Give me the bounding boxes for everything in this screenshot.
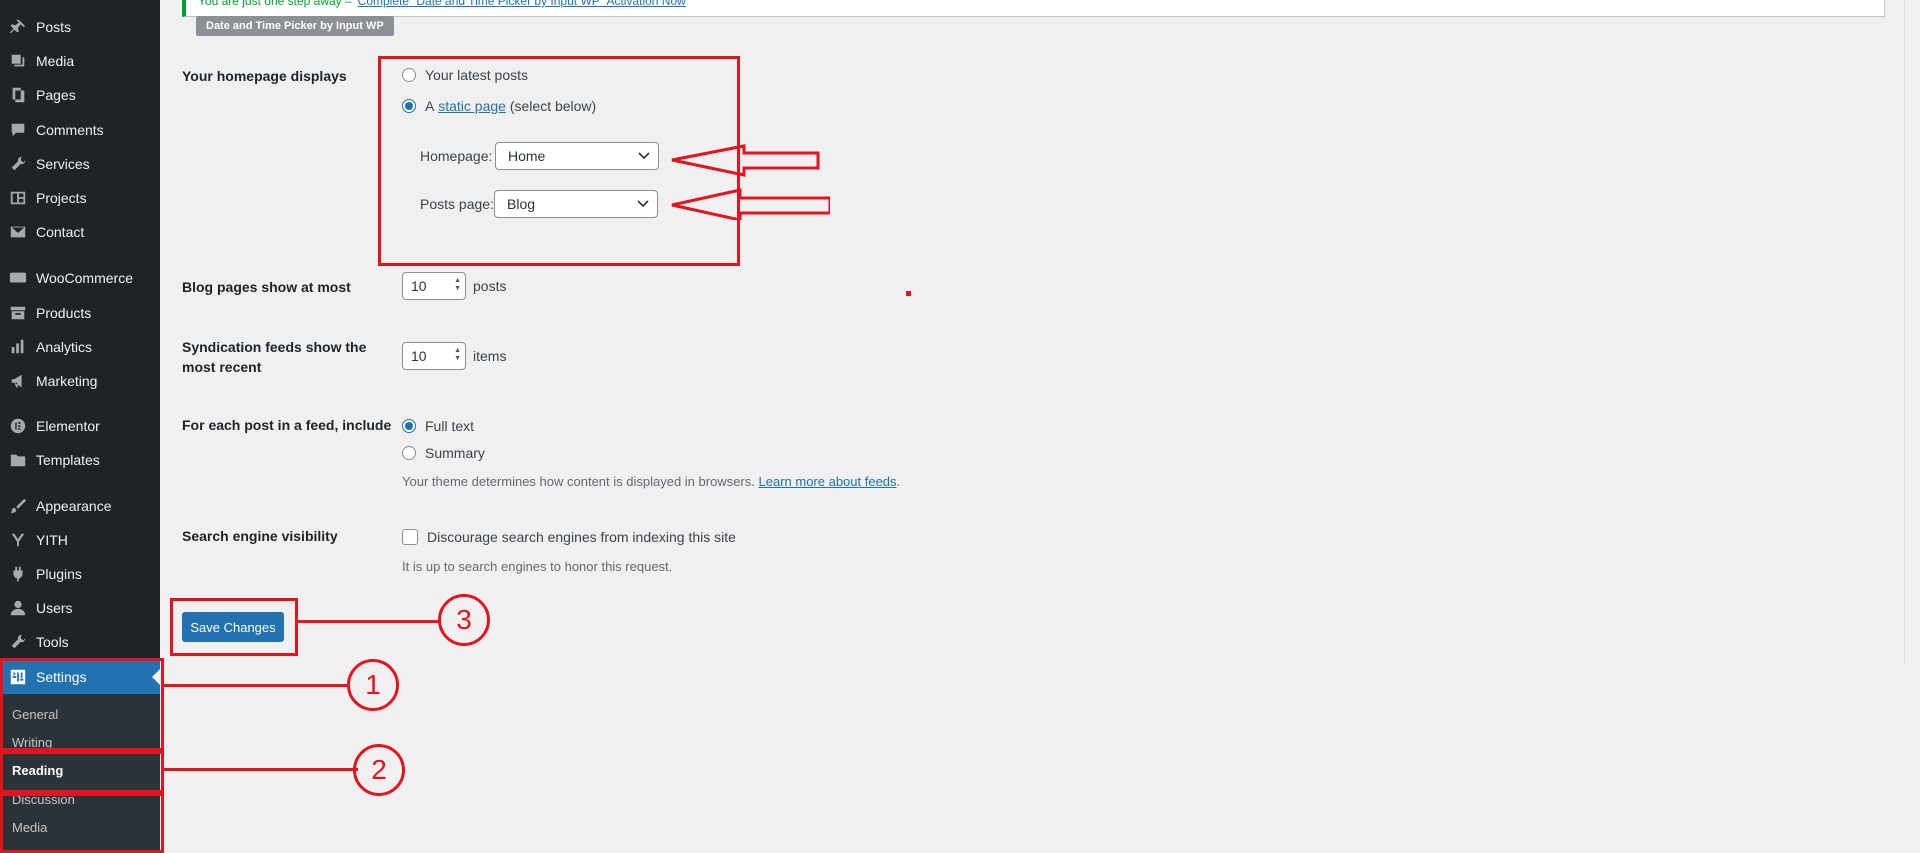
email-icon [0,223,36,241]
syndication-value: 10 [411,348,427,364]
portfolio-icon [0,189,36,207]
blog-pages-input[interactable]: 10 ▲ ▼ [402,272,466,300]
pages-icon [0,86,36,104]
notice-text: You are just one step away – Complete “Da… [198,0,686,8]
feed-include-label: For each post in a feed, include [182,417,392,433]
blog-pages-unit: posts [473,278,507,294]
option-summary[interactable]: Summary [402,443,485,463]
menu-item-pages[interactable]: Pages [0,78,160,112]
woocommerce-icon [0,269,36,287]
menu-label: Appearance [36,498,112,514]
learn-more-feeds-link[interactable]: Learn more about feeds [759,474,897,489]
menu-label: Contact [36,224,85,240]
annotation-box-reading [0,751,164,793]
option-full-text[interactable]: Full text [402,416,474,436]
bar-chart-icon [0,338,36,356]
annotation-line-2 [162,768,358,771]
spinner-icon[interactable]: ▲ ▼ [454,347,461,363]
menu-label: Tools [36,634,69,650]
blog-pages-value: 10 [411,278,427,294]
yith-icon [0,531,36,549]
menu-item-yith[interactable]: YITH [0,523,160,557]
annotation-line-3 [296,620,440,623]
menu-label: Plugins [36,566,82,582]
menu-item-woocommerce[interactable]: WooCommerce [0,261,160,295]
menu-label: Templates [36,452,100,468]
menu-label: Products [36,305,92,321]
menu-label: Media [36,53,75,69]
radio-summary[interactable] [402,446,416,460]
menu-label: Users [36,600,73,616]
menu-label: Projects [36,190,87,206]
menu-item-users[interactable]: Users [0,591,160,625]
user-icon [0,599,36,617]
homepage-displays-label: Your homepage displays [182,68,347,84]
feed-description: Your theme determines how content is dis… [402,474,901,489]
menu-item-media[interactable]: Media [0,44,160,78]
paintbrush-icon [0,497,36,515]
menu-label: Services [36,156,90,172]
menu-label: Marketing [36,373,98,389]
menu-label: Analytics [36,339,93,355]
menu-item-elementor[interactable]: Elementor [0,409,160,443]
menu-label: YITH [36,532,68,548]
annotation-arrows [671,144,830,220]
menu-item-marketing[interactable]: Marketing [0,364,160,398]
elementor-icon [0,417,36,435]
menu-item-templates[interactable]: Templates [0,443,160,477]
folder-icon [0,451,36,469]
syndication-label: Syndication feeds show the most recent [182,337,382,377]
menu-item-projects[interactable]: Projects [0,181,160,215]
media-icon [0,52,36,70]
discourage-search-option[interactable]: Discourage search engines from indexing … [402,527,736,547]
menu-item-analytics[interactable]: Analytics [0,330,160,364]
plugin-icon [0,565,36,583]
menu-item-products[interactable]: Products [0,296,160,330]
menu-label: WooCommerce [36,270,133,286]
scrollbar[interactable] [1904,0,1920,664]
discourage-search-label: Discourage search engines from indexing … [427,529,736,545]
annotation-box-settings [0,658,164,751]
search-visibility-label: Search engine visibility [182,528,338,544]
menu-label: Comments [36,122,104,138]
blog-pages-label: Blog pages show at most [182,279,351,295]
menu-item-tools[interactable]: Tools [0,625,160,659]
syndication-label-line-1: Syndication feeds show the [182,339,367,355]
syndication-label-line-2: most recent [182,359,262,375]
annotation-circle-2: 2 [353,744,405,796]
scroll-thumb[interactable] [1904,0,1920,664]
tools-icon [0,633,36,651]
menu-label: Posts [36,19,72,35]
plugin-tag: Date and Time Picker by Input WP [196,16,394,36]
discourage-search-checkbox[interactable] [402,529,418,545]
menu-item-services[interactable]: Services [0,147,160,181]
syndication-input[interactable]: 10 ▲ ▼ [402,342,466,370]
menu-item-posts[interactable]: Posts [0,10,160,44]
archive-icon [0,304,36,322]
menu-item-contact[interactable]: Contact [0,215,160,249]
comments-icon [0,121,36,139]
annotation-dot [906,291,911,296]
annotation-circle-3: 3 [438,594,490,646]
menu-item-comments[interactable]: Comments [0,113,160,147]
annotation-circle-1: 1 [347,659,399,711]
menu-label: Pages [36,87,76,103]
megaphone-icon [0,372,36,390]
annotation-box-submenu-bottom [0,793,164,853]
menu-item-appearance[interactable]: Appearance [0,489,160,523]
plugin-notice: You are just one step away – Complete “Da… [182,0,1885,17]
pin-icon [0,18,36,36]
option-summary-label: Summary [425,445,485,461]
menu-label: Elementor [36,418,100,434]
wrench-icon [0,155,36,173]
annotation-line-1 [162,684,348,687]
option-full-text-label: Full text [425,418,475,434]
radio-full-text[interactable] [402,419,416,433]
annotation-box-save [170,598,298,656]
syndication-unit: items [473,348,507,364]
spinner-icon[interactable]: ▲ ▼ [454,277,461,293]
notice-link[interactable]: Complete “Date and Time Picker by Input … [358,0,686,8]
search-visibility-description: It is up to search engines to honor this… [402,559,673,574]
menu-item-plugins[interactable]: Plugins [0,557,160,591]
